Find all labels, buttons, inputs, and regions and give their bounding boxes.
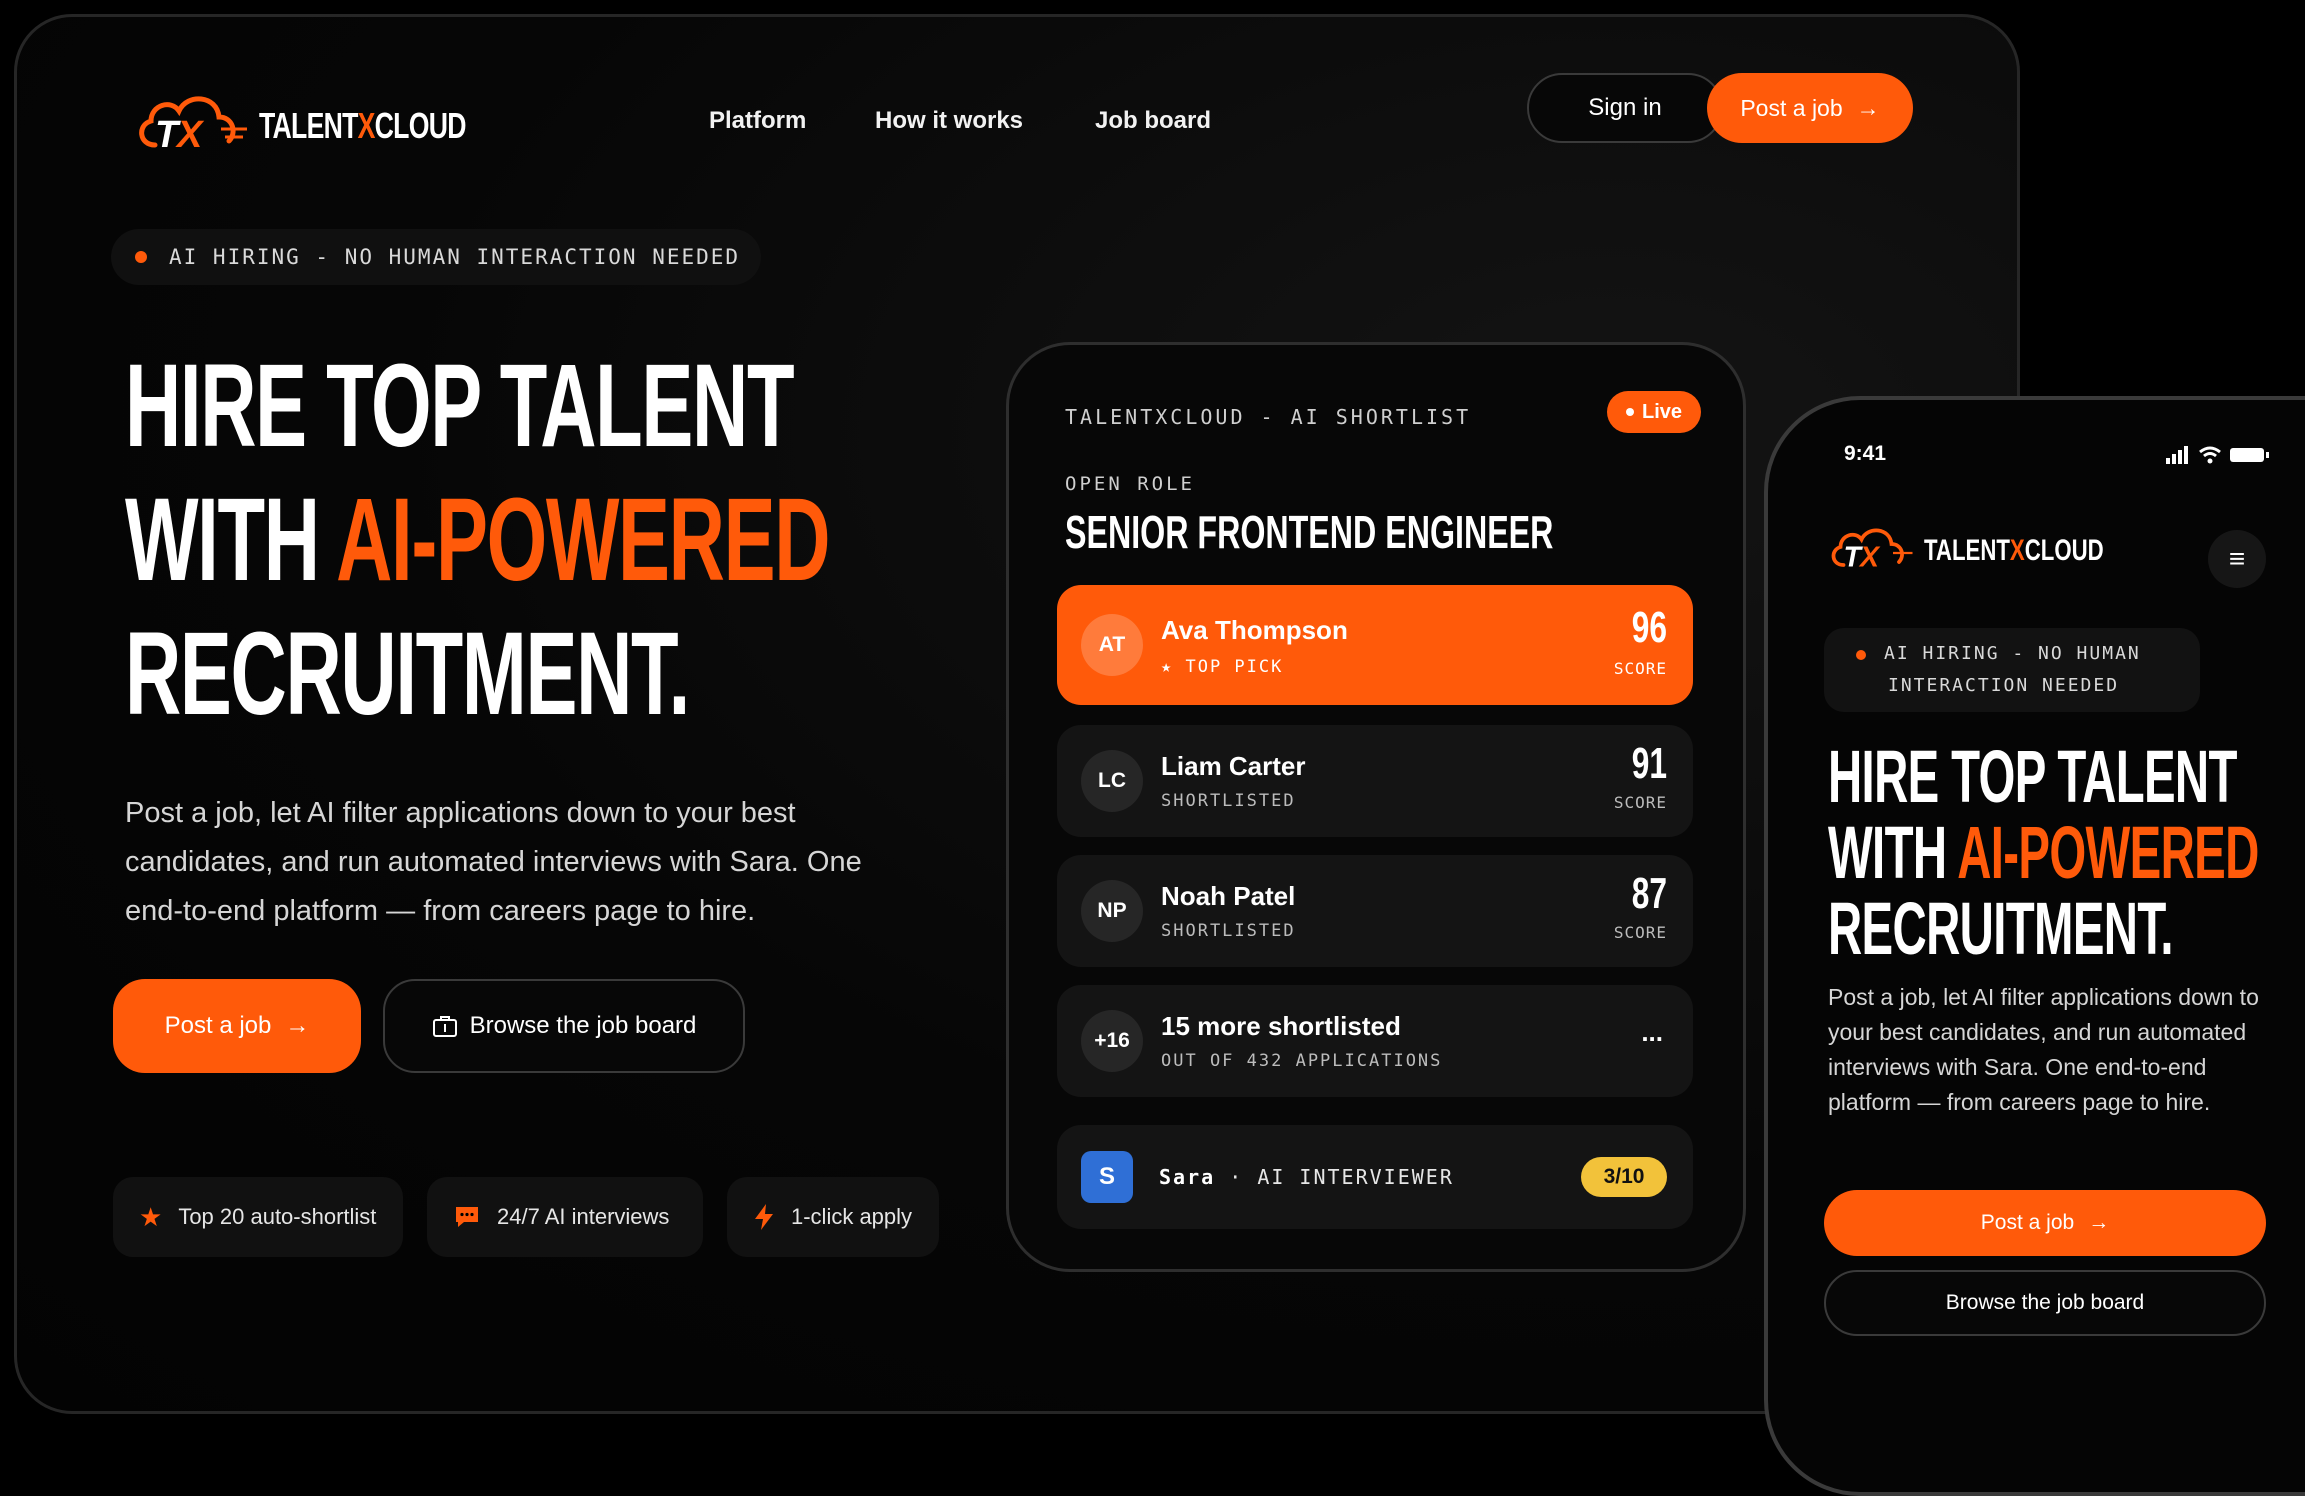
avatar: LC [1081,750,1143,812]
open-role-label: OPEN ROLE [1065,473,1195,495]
live-dot-icon [1625,408,1634,416]
badge-line1: AI HIRING - NO HUMAN [1884,643,2141,664]
phone-brand-logo[interactable]: T X TALENTXCLOUD [1824,520,2124,580]
interviewer-label: Sara · AI INTERVIEWER [1159,1165,1454,1189]
phone-post-job-label: Post a job [1980,1211,2075,1234]
interviewer-avatar: S [1081,1151,1133,1203]
chat-icon [456,1207,478,1227]
brand-wordmark: TALENTXCLOUD [1924,534,2104,567]
candidate-name: Ava Thompson [1161,615,1348,645]
role-title: SENIOR FRONTEND ENGINEER [1065,506,1554,558]
nav-post-job-button[interactable]: Post a job → [1707,73,1913,143]
avatar: NP [1081,880,1143,942]
shortlist-card: TALENTXCLOUD - AI SHORTLIST Live OPEN RO… [1006,342,1746,1272]
ai-hiring-badge-text: AI HIRING - NO HUMAN INTERACTION NEEDED [169,245,741,269]
ai-hiring-badge: AI HIRING - NO HUMAN INTERACTION NEEDED [111,229,761,285]
interview-progress-badge: 3/10 [1581,1157,1667,1197]
hero-title-line3: RECRUITMENT. [125,608,690,740]
status-dot-icon [135,251,147,263]
hero-title-line1: HIRE TOP TALENT [125,340,795,472]
nav-link-how-it-works[interactable]: How it works [875,107,1023,135]
sign-in-label: Sign in [1588,94,1662,121]
candidate-row[interactable]: LC Liam Carter SHORTLISTED 91 SCORE [1057,725,1693,837]
score-label: SCORE [1613,793,1667,812]
candidate-row-top-pick[interactable]: AT Ava Thompson ★ TOP PICK 96 SCORE [1057,585,1693,705]
star-icon: ★ [1161,657,1186,677]
status-icons [2166,446,2269,464]
arrow-right-icon: → [1856,94,1880,121]
nav-link-job-board[interactable]: Job board [1095,107,1211,135]
hero-post-job-button[interactable]: Post a job → [113,979,361,1073]
more-options-icon[interactable]: ... [1641,1017,1663,1048]
brand-wordmark: TALENTXCLOUD [259,105,466,146]
arrow-right-icon: → [285,1012,310,1039]
feature-auto-shortlist: ★ Top 20 auto-shortlist [113,1177,403,1257]
feature-one-click-apply: 1-click apply [727,1177,939,1257]
more-shortlisted-row[interactable]: +16 15 more shortlisted OUT OF 432 APPLI… [1057,985,1693,1097]
wifi-icon [2199,446,2221,464]
hero-subtitle: Post a job, let AI filter applications d… [125,797,862,927]
avatar: AT [1081,614,1143,676]
candidate-status: SHORTLISTED [1161,791,1296,811]
candidate-score: 87 [1631,869,1667,918]
more-count-badge: +16 [1081,1010,1143,1072]
feature-label: 1-click apply [791,1204,913,1229]
phone-hero-line2: WITH AI-POWERED [1828,811,2259,894]
hero-post-job-label: Post a job [164,1012,272,1039]
svg-text:X: X [175,114,205,156]
candidate-name: Liam Carter [1161,751,1306,781]
hero-title-line2: WITH AI-POWERED [125,474,830,606]
feature-label: 24/7 AI interviews [497,1204,670,1229]
feature-label: Top 20 auto-shortlist [178,1204,377,1229]
phone-browse-job-board-button[interactable]: Browse the job board [1824,1270,2266,1336]
status-time: 9:41 [1844,442,1887,465]
cloud-logo-icon: T X [1831,528,1913,574]
phone-mockup: 9:41 T X TALENTXCLOUD ≡ AI HIRING - NO H… [1764,396,2305,1496]
star-icon: ★ [139,1201,163,1232]
battery-icon [2230,448,2269,462]
cloud-logo-icon: T X [139,96,247,156]
score-label: SCORE [1613,659,1667,678]
interviewer-row[interactable]: S Sara · AI INTERVIEWER 3/10 [1057,1125,1693,1229]
browse-job-board-label: Browse the job board [469,1012,697,1039]
phone-hero-subtitle: Post a job, let AI filter applications d… [1828,984,2259,1115]
candidate-row[interactable]: NP Noah Patel SHORTLISTED 87 SCORE [1057,855,1693,967]
ai-hiring-badge: AI HIRING - NO HUMAN INTERACTION NEEDED [1824,628,2200,712]
phone-browse-job-board-label: Browse the job board [1945,1291,2145,1314]
phone-screen: 9:41 T X TALENTXCLOUD ≡ AI HIRING - NO H… [1768,400,2305,1385]
hamburger-menu-icon[interactable]: ≡ [2208,530,2266,588]
candidate-score: 96 [1631,603,1667,652]
more-shortlisted-title: 15 more shortlisted [1161,1011,1401,1041]
signal-icon [2166,446,2188,464]
live-badge: Live [1607,391,1701,433]
svg-text:X: X [1858,542,1881,574]
nav-post-job-label: Post a job [1740,94,1843,121]
bolt-icon [755,1204,773,1230]
live-label: Live [1641,400,1683,423]
candidate-name: Noah Patel [1161,881,1296,911]
score-label: SCORE [1613,923,1667,942]
feature-ai-interviews: 24/7 AI interviews [427,1177,703,1257]
briefcase-icon [432,1016,457,1037]
phone-post-job-button[interactable]: Post a job → [1824,1190,2266,1256]
more-shortlisted-sub: OUT OF 432 APPLICATIONS [1161,1051,1443,1071]
nav-link-platform[interactable]: Platform [709,107,806,135]
candidate-status: ★ TOP PICK [1161,657,1284,677]
sign-in-button[interactable]: Sign in [1527,73,1723,143]
status-dot-icon [1856,650,1866,660]
badge-line2: INTERACTION NEEDED [1888,675,2120,696]
browse-job-board-button[interactable]: Browse the job board [383,979,745,1073]
brand-logo[interactable]: T X TALENTXCLOUD [133,85,466,165]
phone-hero-line3: RECRUITMENT. [1828,887,2174,970]
arrow-right-icon: → [2088,1211,2110,1234]
phone-hero-line1: HIRE TOP TALENT [1828,735,2237,818]
shortlist-header: TALENTXCLOUD - AI SHORTLIST [1065,405,1472,429]
candidate-score: 91 [1631,739,1667,788]
candidate-status: SHORTLISTED [1161,921,1296,941]
